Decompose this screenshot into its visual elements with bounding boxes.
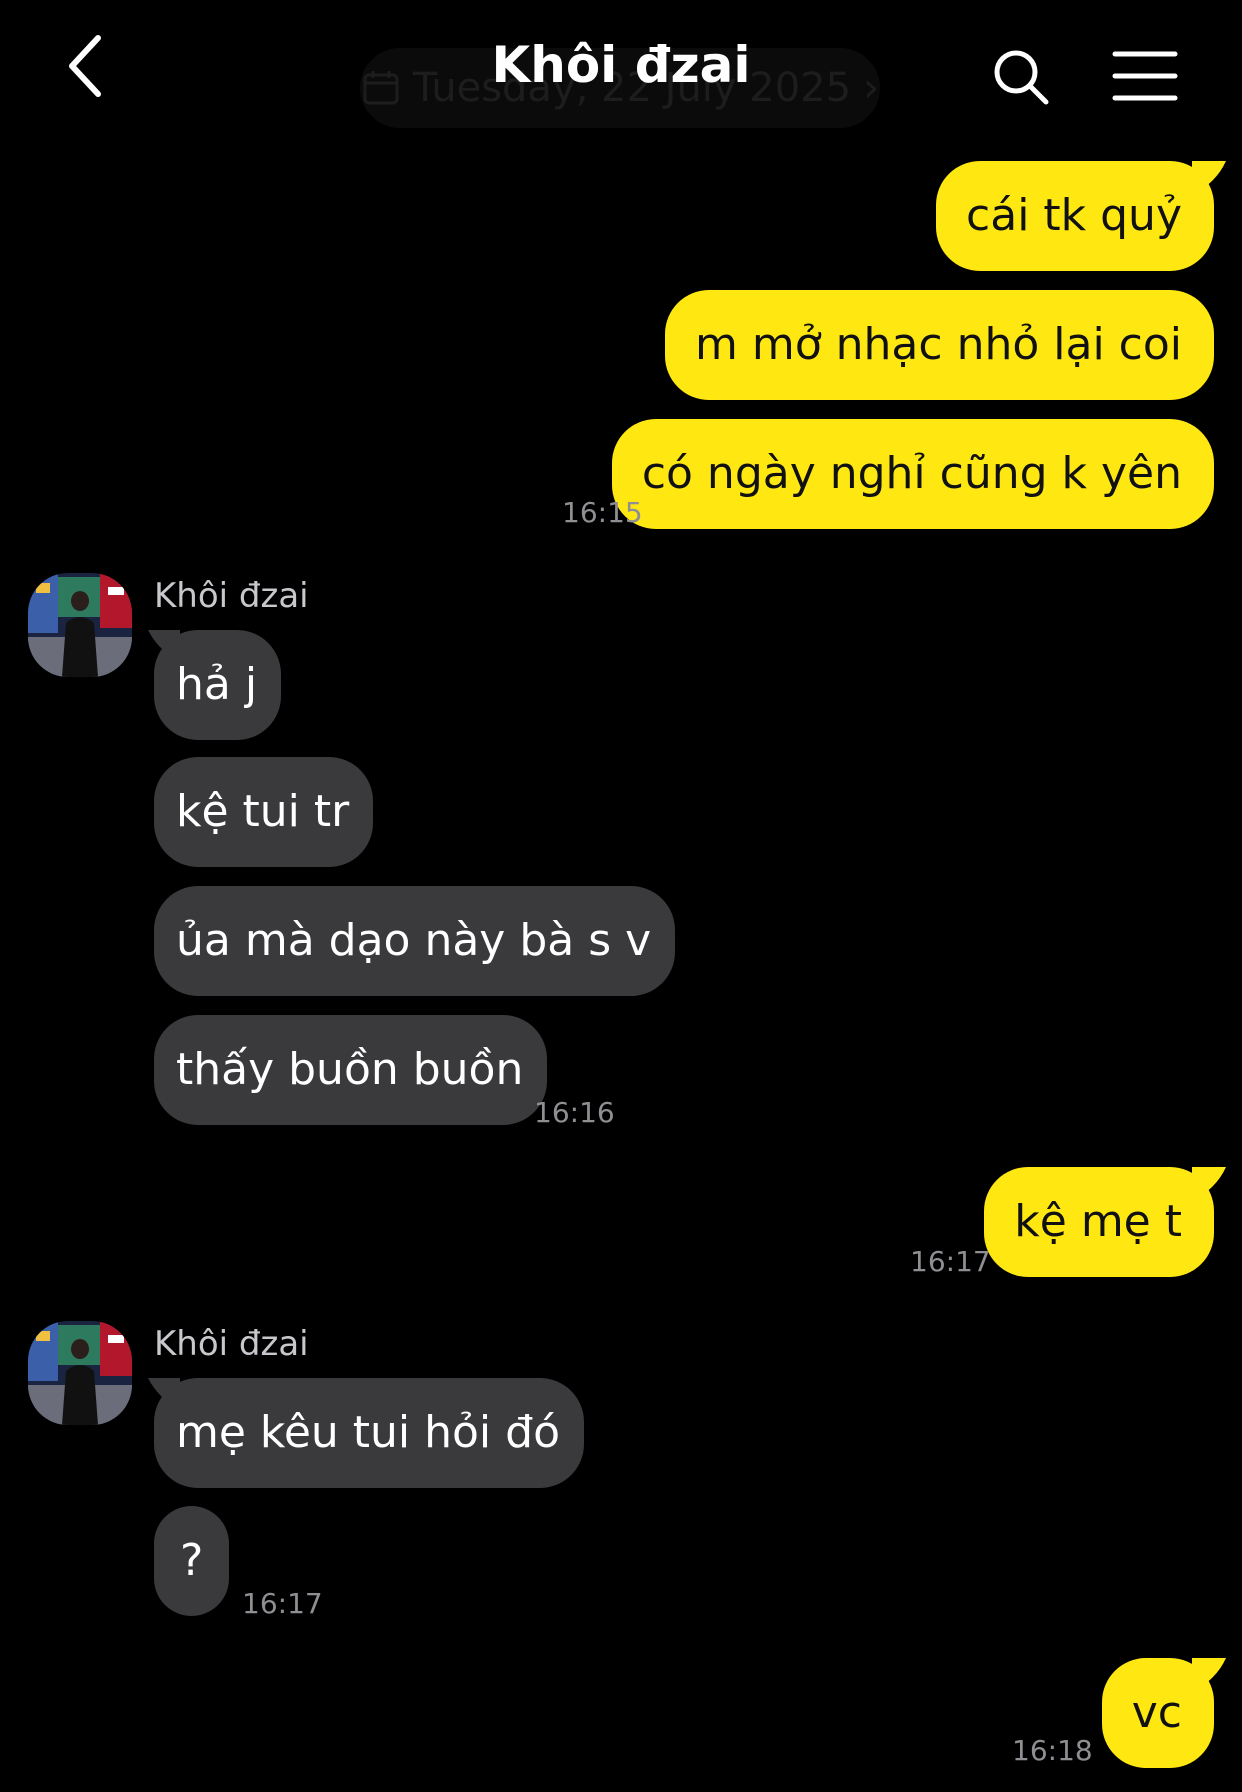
avatar-image xyxy=(28,573,132,677)
search-icon xyxy=(994,50,1049,105)
outgoing-message[interactable]: có ngày nghỉ cũng k yên xyxy=(611,419,1214,529)
incoming-message[interactable]: ? xyxy=(154,1506,230,1616)
bubble-tail xyxy=(1192,161,1226,195)
back-chevron-icon xyxy=(69,35,101,97)
incoming-message[interactable]: ủa mà dạo này bà s v xyxy=(154,886,676,996)
avatar-image xyxy=(28,1321,132,1425)
menu-button[interactable] xyxy=(1112,48,1178,104)
chat-header: Tuesday, 22 July 2025 › Khôi đzai xyxy=(0,0,1242,150)
menu-icon xyxy=(1112,51,1178,101)
message-time: 16:15 xyxy=(562,496,643,529)
outgoing-message[interactable]: kệ mẹ t xyxy=(984,1167,1214,1277)
avatar[interactable] xyxy=(28,573,132,677)
message-time: 16:17 xyxy=(242,1587,323,1620)
incoming-message[interactable]: thấy buồn buồn xyxy=(154,1015,548,1125)
search-button[interactable] xyxy=(990,46,1054,110)
outgoing-message[interactable]: m mở nhạc nhỏ lại coi xyxy=(665,290,1214,400)
calendar-icon xyxy=(363,71,399,105)
incoming-message[interactable]: kệ tui tr xyxy=(154,757,374,867)
date-pill[interactable]: Tuesday, 22 July 2025 › xyxy=(360,48,880,128)
back-button[interactable] xyxy=(62,30,122,102)
incoming-message[interactable]: hả j xyxy=(154,630,282,740)
incoming-message[interactable]: mẹ kêu tui hỏi đó xyxy=(154,1378,584,1488)
bubble-tail xyxy=(1192,1658,1226,1692)
date-label: Tuesday, 22 July 2025 xyxy=(412,65,852,111)
bubble-tail xyxy=(1192,1167,1226,1201)
message-time: 16:17 xyxy=(910,1245,991,1278)
avatar[interactable] xyxy=(28,1321,132,1425)
message-time: 16:16 xyxy=(534,1096,615,1129)
outgoing-message[interactable]: cái tk quỷ xyxy=(936,161,1214,271)
sender-name: Khôi đzai xyxy=(154,576,309,616)
chevron-right-icon: › xyxy=(863,65,880,111)
sender-name: Khôi đzai xyxy=(154,1324,309,1364)
message-time: 16:18 xyxy=(1012,1734,1093,1767)
